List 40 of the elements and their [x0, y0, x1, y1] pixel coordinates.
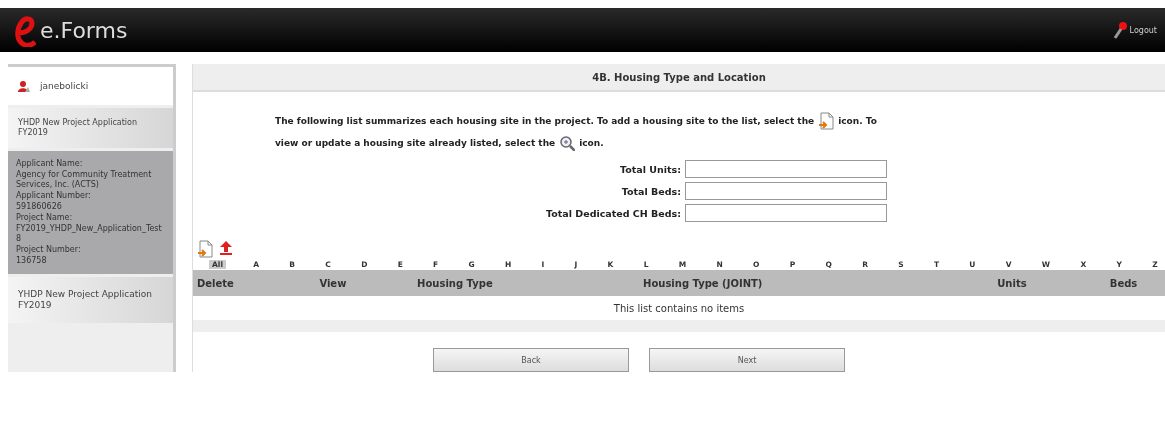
field-label: Total Beds: [620, 185, 681, 197]
logo-text: e.Forms [40, 17, 128, 43]
nav-button[interactable]: Back [433, 348, 629, 372]
info-label: Applicant Name: [16, 159, 84, 169]
field-label: Total Units: [619, 163, 681, 175]
input-field[interactable] [685, 204, 887, 222]
user-icon [18, 80, 30, 92]
instruction-text: view or update a housing site already listed, select the [275, 137, 556, 150]
logout-text[interactable]: Logout [1129, 25, 1157, 35]
info-label: Applicant Number: [16, 191, 92, 201]
info-value: 591860626 [16, 202, 63, 212]
info-value: 136758 [16, 256, 48, 266]
input-field[interactable] [685, 182, 887, 200]
input-field[interactable] [685, 160, 887, 178]
instruction-text: icon. To [838, 115, 877, 128]
nav-button[interactable]: Next [649, 348, 845, 372]
column-header: Housing Type (JOINT) [642, 277, 764, 289]
user-name: janebolicki [40, 81, 89, 91]
field-label: Total Dedicated CH Beds: [545, 207, 681, 219]
key-icon [1112, 21, 1127, 39]
upload-icon[interactable] [219, 240, 233, 256]
info-label: Project Name: [16, 213, 74, 223]
column-header: Units [996, 277, 1028, 289]
column-header: Delete [196, 277, 235, 289]
instruction-text: icon. [579, 137, 604, 150]
logo-icon [14, 13, 36, 47]
section-title: 4B. Housing Type and Location [193, 64, 1165, 92]
column-header: View [318, 277, 348, 289]
info-value: Agency for Community Treatment Services, Inc. (ACTS) [16, 170, 153, 190]
column-header: Housing Type [416, 277, 494, 289]
sidebar-item[interactable]: YHDP New Project Application FY2019 [8, 108, 173, 148]
add-document-icon[interactable] [197, 240, 213, 258]
empty-message: This list contains no items [612, 301, 746, 316]
add-document-icon [818, 112, 835, 130]
sidebar-item[interactable]: YHDP New Project Application FY2019 [8, 277, 173, 323]
search-icon [559, 135, 576, 151]
column-header: Beds [1108, 277, 1139, 289]
info-label: Project Number: [16, 245, 82, 255]
info-value: FY2019_YHDP_New_Application_Test8 [16, 224, 163, 244]
instruction-text: The following list summarizes each housing site in the project. To add a housing site to the list, select the [275, 115, 815, 128]
